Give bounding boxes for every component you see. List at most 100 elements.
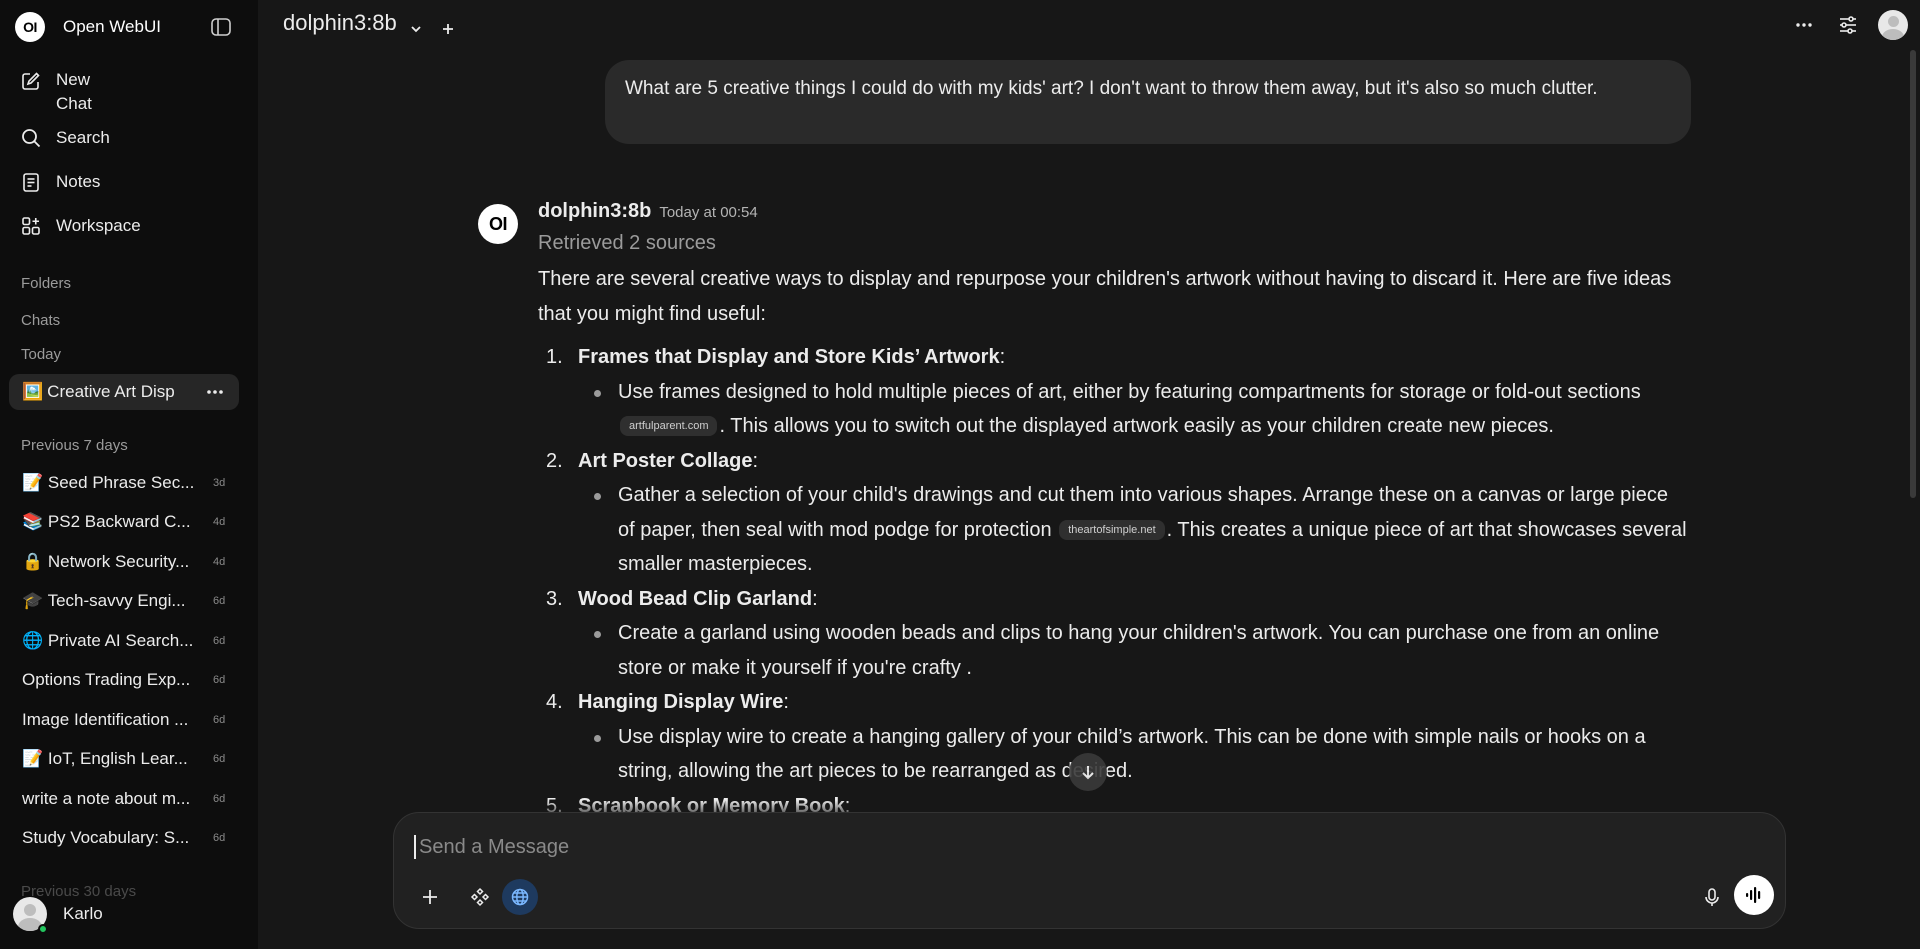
answer-intro: There are several creative ways to displ… xyxy=(538,268,1672,325)
top-bar: dolphin3:8b xyxy=(258,0,1920,48)
item-title: Hanging Display Wire xyxy=(578,691,784,713)
more-icon[interactable] xyxy=(1790,11,1818,39)
chat-title: 📚 PS2 Backward C... xyxy=(22,512,191,532)
search-label: Search xyxy=(56,128,110,147)
tools-icon[interactable] xyxy=(462,879,498,915)
scrollbar[interactable] xyxy=(1910,50,1916,498)
chat-age: 4d xyxy=(213,555,226,568)
workspace-label: Workspace xyxy=(56,216,141,235)
chat-list: 📝 Seed Phrase Sec... 3d 📚 PS2 Backward C.… xyxy=(9,463,239,858)
message-timestamp: Today at 00:54 xyxy=(659,204,758,221)
item-number: 2. xyxy=(546,449,563,472)
notes-label: Notes xyxy=(56,172,101,191)
bullet-item: Use frames designed to hold multiple pie… xyxy=(578,375,1688,444)
user-name: Karlo xyxy=(63,904,103,923)
chat-age: 6d xyxy=(213,832,226,845)
chat-age: 6d xyxy=(213,792,226,805)
user-avatar[interactable] xyxy=(1878,10,1908,40)
add-model-icon[interactable] xyxy=(441,16,455,34)
item-title: Art Poster Collage xyxy=(578,449,753,472)
app-name: Open WebUI xyxy=(63,17,161,36)
item-number: 1. xyxy=(546,346,563,368)
bullet-item: Gather a selection of your child's drawi… xyxy=(578,478,1688,582)
settings-sliders-icon[interactable] xyxy=(1834,11,1862,39)
chat-title: 📝 IoT, English Lear... xyxy=(22,749,188,769)
chat-list-item[interactable]: Image Identification ... 6d xyxy=(9,700,239,740)
top-bar-actions xyxy=(1774,10,1908,40)
notes-icon xyxy=(20,171,42,193)
item-bullets: Create a garland using wooden beads and … xyxy=(578,616,1688,685)
today-label: Today xyxy=(21,346,62,363)
chat-title: 🎓 Tech-savvy Engi... xyxy=(22,591,186,611)
chat-list-item[interactable]: 🎓 Tech-savvy Engi... 6d xyxy=(9,582,239,622)
active-chat-item[interactable]: 🖼️ Creative Art Disp xyxy=(9,374,239,410)
more-options-icon[interactable] xyxy=(205,382,225,402)
sidebar-toggle-icon[interactable] xyxy=(210,16,232,38)
notes-button[interactable]: Notes xyxy=(12,160,246,204)
scroll-to-bottom-button[interactable] xyxy=(1069,753,1107,791)
chat-list-item[interactable]: 🌐 Private AI Search... 6d xyxy=(9,621,239,661)
folders-label[interactable]: Folders xyxy=(21,275,71,292)
chat-emoji: 🖼️ xyxy=(22,382,44,401)
chat-list-item[interactable]: 🔒 Network Security... 4d xyxy=(9,542,239,582)
assistant-header: dolphin3:8b Today at 00:54 xyxy=(538,200,758,223)
chat-title: 🌐 Private AI Search... xyxy=(22,630,194,650)
list-item: 4. Hanging Display Wire: Use display wir… xyxy=(538,685,1688,789)
message-composer: Send a Message xyxy=(393,812,1786,929)
citation-chip[interactable]: artfulparent.com xyxy=(620,416,718,436)
search-icon xyxy=(20,127,42,149)
item-number: 3. xyxy=(546,587,563,610)
ideas-list: 1. Frames that Display and Store Kids’ A… xyxy=(538,340,1688,823)
list-item: 3. Wood Bead Clip Garland: Create a garl… xyxy=(538,582,1688,686)
sidebar-nav: New Chat Search Notes Workspace xyxy=(12,64,246,248)
assistant-name: dolphin3:8b xyxy=(538,200,652,222)
search-button[interactable]: Search xyxy=(12,116,246,160)
attach-plus-button[interactable] xyxy=(412,879,448,915)
item-bullets: Use frames designed to hold multiple pie… xyxy=(578,375,1688,444)
retrieved-sources[interactable]: Retrieved 2 sources xyxy=(538,232,716,255)
chat-list-item[interactable]: 📝 IoT, English Lear... 6d xyxy=(9,740,239,780)
web-search-globe-icon[interactable] xyxy=(502,879,538,915)
microphone-icon[interactable] xyxy=(1694,879,1730,915)
assistant-avatar: OI xyxy=(478,204,518,244)
chevron-down-icon[interactable] xyxy=(409,16,423,33)
chat-age: 6d xyxy=(213,674,226,687)
new-chat-label: New Chat xyxy=(56,70,92,113)
chat-title: Study Vocabulary: S... xyxy=(22,828,190,848)
bullet-text: Use frames designed to hold multiple pie… xyxy=(618,380,1641,403)
chat-age: 3d xyxy=(213,476,226,489)
chat-list-item[interactable]: 📚 PS2 Backward C... 4d xyxy=(9,503,239,543)
new-chat-button[interactable]: New Chat xyxy=(12,64,246,116)
bullet-item: Create a garland using wooden beads and … xyxy=(578,616,1688,685)
chat-title: Options Trading Exp... xyxy=(22,670,191,690)
bullet-text: . This allows you to switch out the disp… xyxy=(719,415,1554,437)
chat-age: 6d xyxy=(213,595,226,608)
message-input[interactable]: Send a Message xyxy=(414,835,1714,859)
list-item: 1. Frames that Display and Store Kids’ A… xyxy=(538,340,1688,444)
item-bullets: Gather a selection of your child's drawi… xyxy=(578,478,1688,582)
chat-title: 🔒 Network Security... xyxy=(22,551,190,571)
online-status-dot xyxy=(38,924,48,934)
assistant-answer: There are several creative ways to displ… xyxy=(538,262,1688,823)
user-message-bubble: What are 5 creative things I could do wi… xyxy=(605,60,1691,144)
item-title: Frames that Display and Store Kids’ Artw… xyxy=(578,346,1000,368)
voice-mode-button[interactable] xyxy=(1734,875,1774,915)
chat-age: 4d xyxy=(213,516,226,529)
chat-list-item[interactable]: Study Vocabulary: S... 6d xyxy=(9,819,239,859)
chats-label[interactable]: Chats xyxy=(21,312,60,329)
chat-age: 6d xyxy=(213,753,226,766)
chat-list-item[interactable]: 📝 Seed Phrase Sec... 3d xyxy=(9,463,239,503)
chat-age: 6d xyxy=(213,713,226,726)
workspace-button[interactable]: Workspace xyxy=(12,204,246,248)
brand[interactable]: OI Open WebUI xyxy=(15,12,161,42)
chat-title: 📝 Seed Phrase Sec... xyxy=(22,472,195,492)
chat-list-item[interactable]: Options Trading Exp... 6d xyxy=(9,661,239,701)
chat-list-item[interactable]: write a note about m... 6d xyxy=(9,779,239,819)
chat-age: 6d xyxy=(213,634,226,647)
chat-title: Image Identification ... xyxy=(22,709,189,729)
user-menu[interactable]: Karlo xyxy=(13,897,103,931)
model-selector[interactable]: dolphin3:8b xyxy=(283,10,455,36)
model-name: dolphin3:8b xyxy=(283,10,397,35)
workspace-icon xyxy=(20,215,42,237)
citation-chip[interactable]: theartofsimple.net xyxy=(1059,519,1165,540)
